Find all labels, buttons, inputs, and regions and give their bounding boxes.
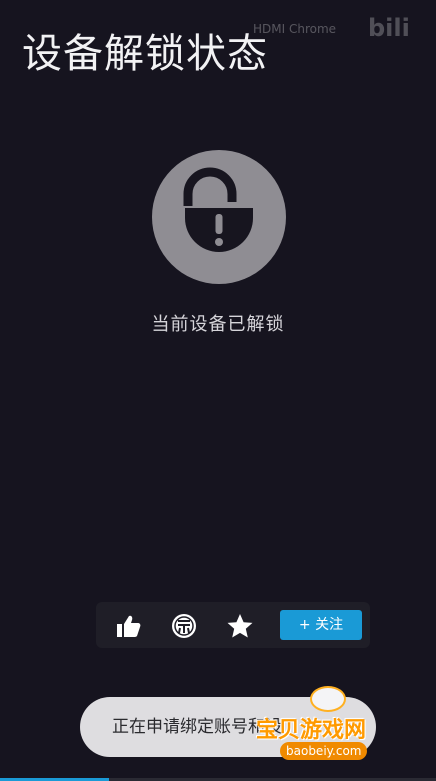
- coin-icon[interactable]: [170, 612, 198, 640]
- site-logo-url: baobeiy.com: [280, 742, 368, 760]
- unlocked-padlock-icon: [183, 167, 253, 252]
- site-watermark-logo: 宝贝游戏网 baobeiy.com: [256, 686, 406, 772]
- page-title: 设备解锁状态: [22, 31, 268, 77]
- thumbs-up-icon[interactable]: [114, 612, 142, 640]
- gamepad-icon: [310, 686, 346, 712]
- follow-button[interactable]: + 关注: [280, 610, 362, 640]
- watermark-text: HDMI Chrome: [253, 22, 337, 36]
- lock-status-badge: [152, 150, 286, 284]
- action-bar: + 关注: [96, 602, 370, 648]
- star-icon[interactable]: [226, 612, 254, 640]
- site-logo-name: 宝贝游戏网: [256, 718, 367, 743]
- brand-logo: bili: [368, 14, 410, 42]
- unlock-status-text: 当前设备已解锁: [151, 314, 285, 335]
